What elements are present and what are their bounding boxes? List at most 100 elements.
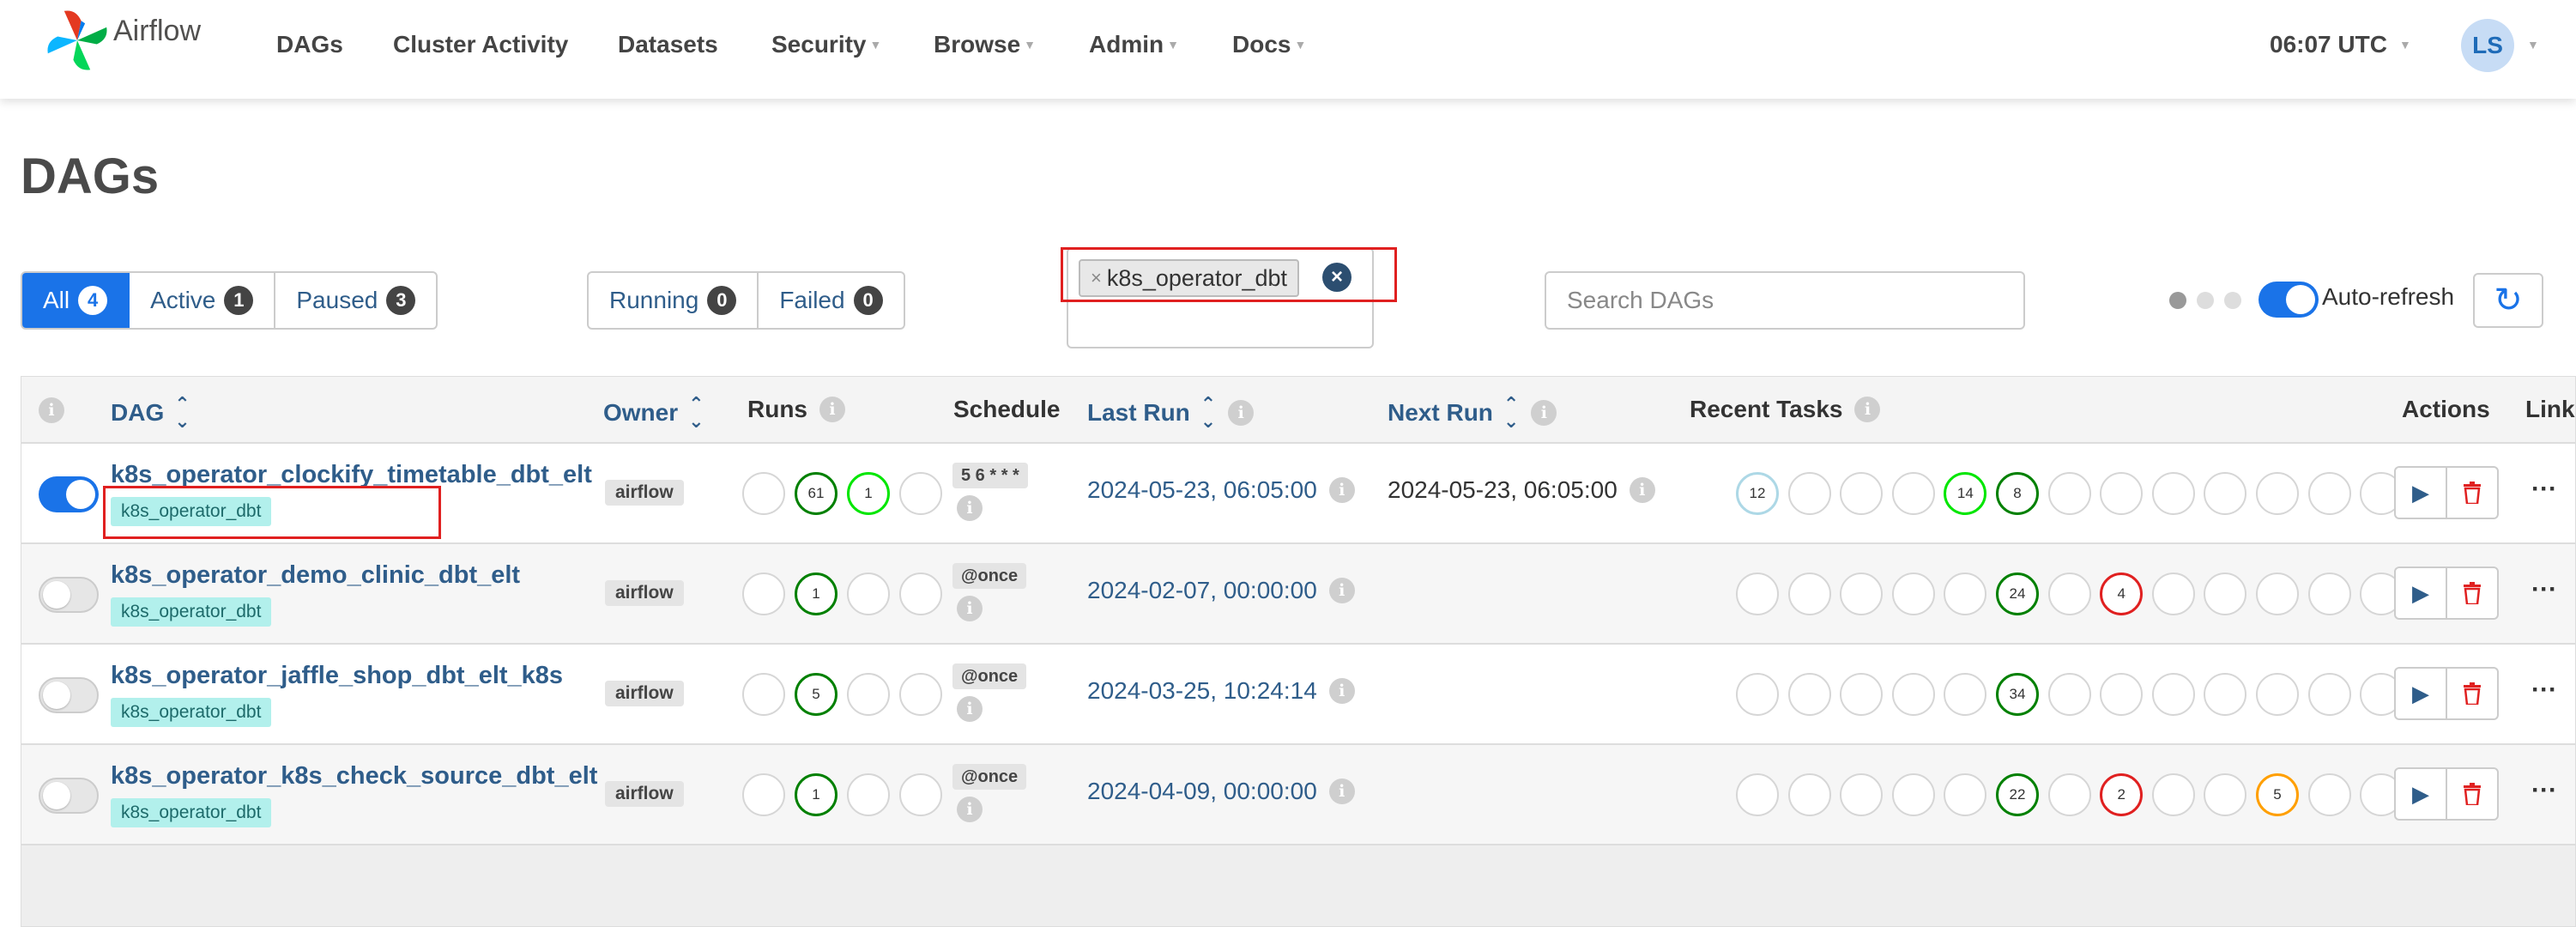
tag-filter-select[interactable]: × k8s_operator_dbt × bbox=[1067, 247, 1374, 348]
task-state-circle[interactable] bbox=[2307, 673, 2351, 716]
info-icon[interactable]: i bbox=[957, 495, 983, 521]
trigger-dag-button[interactable]: ▶ bbox=[2396, 568, 2447, 618]
dag-tag[interactable]: k8s_operator_dbt bbox=[111, 497, 272, 526]
delete-dag-button[interactable] bbox=[2447, 468, 2497, 518]
dag-pause-toggle[interactable] bbox=[39, 476, 99, 512]
dag-run-state-circle[interactable] bbox=[847, 773, 890, 816]
header-next-run[interactable]: Next Run ⌃ ⌄ i bbox=[1388, 395, 1557, 430]
nav-admin[interactable]: Admin ▼ bbox=[1089, 26, 1179, 64]
info-icon[interactable]: i bbox=[1328, 477, 1355, 503]
info-icon[interactable]: i bbox=[957, 596, 983, 621]
dag-id-link[interactable]: k8s_operator_clockify_timetable_dbt_elt bbox=[111, 461, 592, 489]
dag-run-state-circle[interactable] bbox=[742, 773, 785, 816]
task-state-circle[interactable] bbox=[2047, 472, 2091, 515]
more-links-icon[interactable]: ··· bbox=[2531, 676, 2557, 705]
nav-browse[interactable]: Browse ▼ bbox=[934, 26, 1036, 64]
task-state-circle[interactable] bbox=[1787, 673, 1831, 716]
task-state-circle[interactable] bbox=[1891, 673, 1935, 716]
owner-badge[interactable]: airflow bbox=[605, 580, 684, 606]
auto-refresh-toggle[interactable] bbox=[2259, 282, 2319, 318]
header-dag[interactable]: DAG ⌃ ⌄ bbox=[111, 395, 190, 431]
filter-failed-button[interactable]: Failed 0 bbox=[759, 273, 903, 328]
last-run-cell[interactable]: 2024-03-25, 10:24:14 i bbox=[1087, 677, 1355, 705]
info-icon[interactable]: i bbox=[1531, 399, 1557, 426]
dag-tag[interactable]: k8s_operator_dbt bbox=[111, 698, 272, 727]
task-state-circle[interactable] bbox=[2047, 773, 2091, 816]
task-state-circle[interactable] bbox=[1736, 673, 1779, 716]
task-state-circle[interactable] bbox=[1840, 673, 1884, 716]
dag-run-state-circle[interactable] bbox=[847, 673, 890, 716]
task-state-circle[interactable]: 5 bbox=[2256, 773, 2299, 816]
task-state-circle[interactable]: 2 bbox=[2100, 773, 2144, 816]
dag-run-state-circle[interactable] bbox=[899, 573, 942, 615]
task-state-circle[interactable] bbox=[2307, 472, 2351, 515]
task-state-circle[interactable] bbox=[2256, 472, 2299, 515]
dag-id-link[interactable]: k8s_operator_jaffle_shop_dbt_elt_k8s bbox=[111, 662, 563, 690]
info-icon[interactable]: i bbox=[819, 397, 845, 422]
dag-pause-toggle[interactable] bbox=[39, 778, 99, 814]
nav-docs[interactable]: Docs ▼ bbox=[1232, 26, 1306, 64]
owner-badge[interactable]: airflow bbox=[605, 480, 684, 506]
task-state-circle[interactable]: 34 bbox=[1996, 673, 2039, 716]
trigger-dag-button[interactable]: ▶ bbox=[2396, 769, 2447, 819]
user-avatar[interactable]: LS bbox=[2461, 19, 2514, 72]
task-state-circle[interactable]: 12 bbox=[1736, 472, 1779, 515]
last-run-cell[interactable]: 2024-04-09, 00:00:00 i bbox=[1087, 778, 1355, 805]
dag-id-link[interactable]: k8s_operator_demo_clinic_dbt_elt bbox=[111, 561, 520, 590]
task-state-circle[interactable] bbox=[2151, 773, 2195, 816]
task-state-circle[interactable] bbox=[2047, 573, 2091, 615]
task-state-circle[interactable]: 22 bbox=[1996, 773, 2039, 816]
remove-tag-icon[interactable]: × bbox=[1091, 267, 1102, 289]
chevron-down-icon[interactable]: ▼ bbox=[2527, 38, 2539, 52]
dag-run-state-circle[interactable] bbox=[899, 673, 942, 716]
task-state-circle[interactable] bbox=[2047, 673, 2091, 716]
trigger-dag-button[interactable]: ▶ bbox=[2396, 669, 2447, 718]
header-last-run[interactable]: Last Run ⌃ ⌄ i bbox=[1087, 395, 1255, 430]
filter-paused-button[interactable]: Paused 3 bbox=[275, 273, 436, 328]
task-state-circle[interactable] bbox=[1787, 573, 1831, 615]
filter-all-button[interactable]: All 4 bbox=[22, 273, 130, 328]
dag-pause-toggle[interactable] bbox=[39, 677, 99, 713]
timezone-clock[interactable]: 06:07 UTC ▼ bbox=[2270, 26, 2411, 64]
filter-active-button[interactable]: Active 1 bbox=[130, 273, 276, 328]
task-state-circle[interactable] bbox=[2307, 773, 2351, 816]
airflow-home-link[interactable]: Airflow bbox=[45, 7, 225, 74]
task-state-circle[interactable] bbox=[2100, 673, 2144, 716]
task-state-circle[interactable] bbox=[2151, 573, 2195, 615]
info-icon[interactable]: i bbox=[1328, 578, 1355, 603]
dag-run-state-circle[interactable] bbox=[899, 472, 942, 515]
task-state-circle[interactable] bbox=[1891, 773, 1935, 816]
dag-run-state-circle[interactable] bbox=[899, 773, 942, 816]
dag-run-state-circle[interactable] bbox=[847, 573, 890, 615]
task-state-circle[interactable] bbox=[1787, 472, 1831, 515]
task-state-circle[interactable] bbox=[2100, 472, 2144, 515]
dag-run-state-circle[interactable]: 61 bbox=[795, 472, 838, 515]
dag-run-state-circle[interactable]: 1 bbox=[847, 472, 890, 515]
delete-dag-button[interactable] bbox=[2447, 669, 2497, 718]
task-state-circle[interactable] bbox=[1736, 773, 1779, 816]
task-state-circle[interactable] bbox=[2204, 773, 2247, 816]
info-icon[interactable]: i bbox=[1854, 397, 1881, 422]
task-state-circle[interactable] bbox=[1736, 573, 1779, 615]
dag-id-link[interactable]: k8s_operator_k8s_check_source_dbt_elt bbox=[111, 762, 597, 791]
task-state-circle[interactable] bbox=[1944, 773, 1987, 816]
dag-run-state-circle[interactable] bbox=[742, 472, 785, 515]
dag-run-state-circle[interactable]: 5 bbox=[795, 673, 838, 716]
owner-badge[interactable]: airflow bbox=[605, 781, 684, 807]
task-state-circle[interactable] bbox=[2256, 573, 2299, 615]
task-state-circle[interactable] bbox=[2204, 573, 2247, 615]
dag-run-state-circle[interactable]: 1 bbox=[795, 573, 838, 615]
info-icon[interactable]: i bbox=[1328, 678, 1355, 704]
info-icon[interactable]: i bbox=[1328, 779, 1355, 804]
task-state-circle[interactable] bbox=[1840, 472, 1884, 515]
info-icon[interactable]: i bbox=[39, 397, 64, 423]
task-state-circle[interactable] bbox=[2204, 472, 2247, 515]
delete-dag-button[interactable] bbox=[2447, 769, 2497, 819]
more-links-icon[interactable]: ··· bbox=[2531, 575, 2557, 604]
owner-badge[interactable]: airflow bbox=[605, 681, 684, 706]
last-run-cell[interactable]: 2024-05-23, 06:05:00 i bbox=[1087, 476, 1355, 504]
dag-tag[interactable]: k8s_operator_dbt bbox=[111, 798, 272, 827]
task-state-circle[interactable]: 8 bbox=[1996, 472, 2039, 515]
task-state-circle[interactable] bbox=[1891, 573, 1935, 615]
clear-tags-icon[interactable]: × bbox=[1322, 263, 1351, 292]
